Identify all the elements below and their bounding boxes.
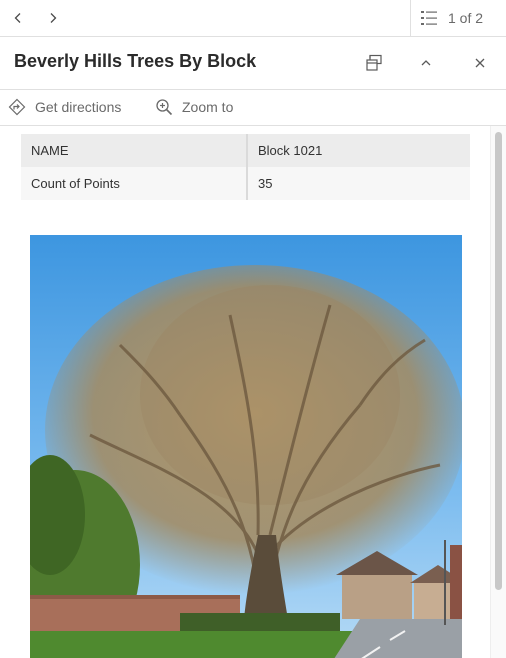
dock-button[interactable] — [356, 45, 392, 81]
tree-photo — [30, 235, 462, 658]
attribute-row: NAME Block 1021 — [21, 134, 470, 167]
zoom-to-button[interactable]: Zoom to — [155, 90, 233, 124]
list-icon — [420, 9, 438, 27]
previous-feature-button[interactable] — [0, 0, 36, 36]
collapse-button[interactable] — [408, 45, 444, 81]
get-directions-label: Get directions — [35, 99, 122, 115]
action-bar: Get directions Zoom to — [0, 90, 506, 126]
tree-photo-illustration — [30, 235, 462, 658]
next-feature-button[interactable] — [35, 0, 71, 36]
feature-list-button[interactable]: 1 of 2 — [410, 0, 506, 36]
zoom-to-label: Zoom to — [182, 99, 234, 115]
close-icon — [475, 58, 485, 68]
close-button[interactable] — [462, 45, 498, 81]
zoom-in-icon — [155, 98, 173, 116]
chevron-right-icon — [50, 13, 57, 23]
attribute-value: 35 — [247, 167, 470, 200]
chevron-left-icon — [14, 13, 21, 23]
attribute-key: NAME — [21, 134, 248, 167]
directions-icon — [8, 98, 26, 116]
attribute-table: NAME Block 1021 Count of Points 35 — [21, 134, 470, 200]
chevron-up-icon — [421, 60, 431, 66]
get-directions-button[interactable]: Get directions — [8, 90, 121, 124]
attribute-row: Count of Points 35 — [21, 167, 470, 200]
content-scrollbar[interactable] — [490, 126, 506, 658]
popup-header: Beverly Hills Trees By Block — [0, 37, 506, 90]
popup-content: NAME Block 1021 Count of Points 35 — [0, 126, 490, 658]
feature-nav-bar: 1 of 2 — [0, 0, 506, 37]
attribute-key: Count of Points — [21, 167, 248, 200]
scrollbar-thumb[interactable] — [495, 132, 502, 590]
popup-title: Beverly Hills Trees By Block — [14, 51, 257, 71]
attribute-value: Block 1021 — [247, 134, 470, 167]
dock-icon — [366, 54, 382, 71]
feature-count: 1 of 2 — [448, 10, 484, 26]
